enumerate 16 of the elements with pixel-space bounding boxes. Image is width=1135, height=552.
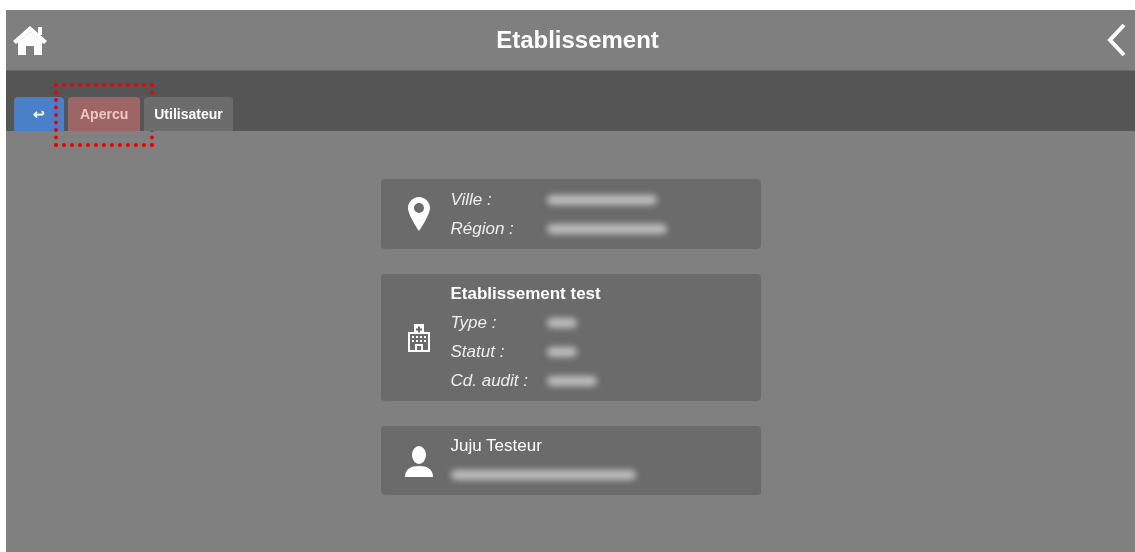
field-label: Cd. audit : <box>450 370 529 391</box>
page-title: Etablissement <box>496 26 659 54</box>
tab[interactable]: Apercu <box>68 97 141 131</box>
field-label: Région : <box>450 218 515 239</box>
field-label: Ville : <box>450 189 493 210</box>
home-icon[interactable] <box>12 24 48 56</box>
location-pin-icon <box>407 197 430 231</box>
person-icon <box>402 444 435 477</box>
field-label: Statut : <box>450 341 506 362</box>
field-label: Type : <box>450 312 498 333</box>
tab[interactable]: Utilisateur <box>144 97 233 131</box>
hospital-icon <box>406 323 431 352</box>
user-name: Juju Testeur <box>450 435 543 457</box>
back-chevron-icon[interactable] <box>1107 23 1127 57</box>
back-tab[interactable]: ↩ <box>14 97 64 131</box>
card-title: Etablissement test <box>450 283 601 305</box>
